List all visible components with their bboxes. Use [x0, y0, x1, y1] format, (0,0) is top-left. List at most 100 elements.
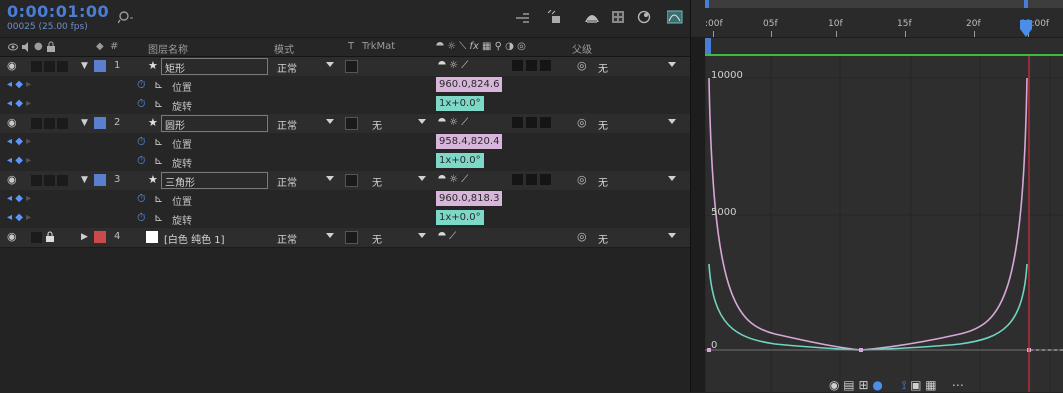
solo-switch[interactable]: [44, 175, 55, 186]
switch-cell[interactable]: [540, 174, 551, 185]
pickwhip-icon[interactable]: ◎: [577, 59, 587, 72]
property-value[interactable]: 1x+0.0°: [436, 210, 484, 225]
trkmat-select[interactable]: 无: [372, 231, 382, 246]
graph-toggle-icon[interactable]: ⊾: [154, 192, 163, 205]
frame-blending-icon[interactable]: [611, 10, 625, 24]
label-column-icon[interactable]: ◆: [96, 41, 104, 52]
layer-switches[interactable]: ⯊ ☼ ⟋: [438, 60, 468, 71]
layer-row[interactable]: ◉ ▼ 1 ★ 矩形 正常 ⯊ ☼ ⟋ ◎ 无: [0, 57, 690, 77]
lock-icon[interactable]: [46, 41, 56, 52]
collapse-arrow-icon[interactable]: ▼: [81, 61, 88, 71]
layer-name-header[interactable]: 图层名称: [148, 41, 188, 56]
stopwatch-icon[interactable]: ⏱: [137, 192, 146, 206]
graph-toggle-icon[interactable]: ⊾: [154, 211, 163, 224]
switch-cell[interactable]: [540, 117, 551, 128]
graph-editor-icon[interactable]: [667, 10, 683, 24]
draft-3d-icon[interactable]: [546, 10, 562, 26]
audio-switch[interactable]: [31, 61, 42, 72]
solo-icon[interactable]: ●: [34, 41, 43, 52]
expand-arrow-icon[interactable]: ▶: [81, 232, 88, 242]
current-time-display[interactable]: 0:00:01:00: [7, 2, 109, 21]
stopwatch-icon[interactable]: ⏱: [137, 97, 146, 111]
switch-cell[interactable]: [512, 117, 523, 128]
collapse-arrow-icon[interactable]: ▼: [81, 175, 88, 185]
stopwatch-icon[interactable]: ⏱: [137, 78, 146, 92]
property-value[interactable]: 1x+0.0°: [436, 153, 484, 168]
layer-switches[interactable]: ⯊ ☼ ⟋: [438, 174, 468, 185]
parent-dropdown-arrow-icon[interactable]: [668, 233, 676, 238]
audio-icon[interactable]: [21, 42, 31, 52]
graph-toggle-icon[interactable]: ⊾: [154, 154, 163, 167]
trkmat-select[interactable]: 无: [372, 117, 382, 132]
label-color-swatch[interactable]: [94, 174, 106, 186]
pickwhip-icon[interactable]: ◎: [577, 116, 587, 129]
switch-cell[interactable]: [526, 117, 537, 128]
label-color-swatch[interactable]: [94, 117, 106, 129]
stopwatch-icon[interactable]: ⏱: [137, 154, 146, 168]
stopwatch-icon[interactable]: ⏱: [137, 135, 146, 149]
trkmat-select[interactable]: 无: [372, 174, 382, 189]
mode-dropdown-arrow-icon[interactable]: [326, 233, 334, 238]
visibility-eye-icon[interactable]: ◉: [7, 59, 17, 72]
visibility-eye-icon[interactable]: ◉: [7, 173, 17, 186]
layer-switches[interactable]: ⯊ ☼ ⟋: [438, 117, 468, 128]
value-graph[interactable]: 10000 5000 0: [705, 56, 1063, 392]
switch-cell[interactable]: [526, 60, 537, 71]
trkmat-dropdown-arrow-icon[interactable]: [418, 119, 426, 124]
solo-switch[interactable]: [44, 118, 55, 129]
lock-switch[interactable]: [57, 175, 68, 186]
switch-cell[interactable]: [512, 174, 523, 185]
switch-cell[interactable]: [526, 174, 537, 185]
motion-blur-icon[interactable]: [637, 10, 651, 24]
navigator-end-handle[interactable]: [1024, 0, 1028, 8]
lock-switch[interactable]: [57, 61, 68, 72]
layer-name[interactable]: 圆形: [165, 117, 185, 132]
blend-mode-select[interactable]: 正常: [277, 60, 297, 75]
parent-select[interactable]: 无: [598, 231, 608, 246]
label-color-swatch[interactable]: [94, 231, 106, 243]
time-navigator[interactable]: [705, 0, 1063, 8]
property-row[interactable]: ◂ ◆ ▸ ⏱ ⊾ 旋转 1x+0.0°: [0, 209, 690, 229]
comp-mini-flowchart-icon[interactable]: [515, 10, 531, 24]
layer-switches[interactable]: ⯊ ⟋: [438, 231, 456, 242]
parent-select[interactable]: 无: [598, 117, 608, 132]
mode-dropdown-arrow-icon[interactable]: [326, 62, 334, 67]
pickwhip-icon[interactable]: ◎: [577, 230, 587, 243]
layer-name[interactable]: [白色 纯色 1]: [164, 231, 225, 246]
property-value[interactable]: 960.0,818.3: [436, 191, 503, 206]
property-value[interactable]: 1x+0.0°: [436, 96, 484, 111]
layer-row[interactable]: ◉ ▼ 2 ★ 圆形 正常 无 ⯊ ☼ ⟋ ◎ 无: [0, 114, 690, 134]
shy-layers-icon[interactable]: [584, 10, 600, 24]
mode-dropdown-arrow-icon[interactable]: [326, 119, 334, 124]
graph-toggle-icon[interactable]: ⊾: [154, 97, 163, 110]
preserve-transparency-checkbox[interactable]: [345, 117, 358, 130]
audio-switch[interactable]: [31, 175, 42, 186]
preserve-transparency-checkbox[interactable]: [345, 60, 358, 73]
lock-switch[interactable]: [57, 118, 68, 129]
layer-row[interactable]: ◉ ▶ 4 [白色 纯色 1] 正常 无 ⯊ ⟋ ◎ 无: [0, 228, 690, 248]
parent-dropdown-arrow-icon[interactable]: [668, 62, 676, 67]
layer-row[interactable]: ◉ ▼ 3 ★ 三角形 正常 无 ⯊ ☼ ⟋ ◎ 无: [0, 171, 690, 191]
visibility-eye-icon[interactable]: ◉: [7, 230, 17, 243]
blend-mode-select[interactable]: 正常: [277, 231, 297, 246]
time-ruler[interactable]: :00f 05f 10f 15f 20f 01:00f: [691, 0, 1063, 37]
keyframe-navigator-icon[interactable]: ◂ ◆ ▸: [7, 193, 31, 204]
property-row[interactable]: ◂ ◆ ▸ ⏱ ⊾ 旋转 1x+0.0°: [0, 152, 690, 172]
layer-name[interactable]: 矩形: [165, 60, 185, 75]
preserve-transparency-checkbox[interactable]: [345, 174, 358, 187]
keyframe-navigator-icon[interactable]: ◂ ◆ ▸: [7, 79, 31, 90]
work-area-bar[interactable]: [705, 38, 1063, 56]
rotation-curve[interactable]: [708, 263, 1028, 351]
eye-icon[interactable]: [8, 42, 18, 52]
collapse-arrow-icon[interactable]: ▼: [81, 118, 88, 128]
switch-cell[interactable]: [540, 60, 551, 71]
search-icon[interactable]: [118, 10, 134, 24]
keyframe-mid[interactable]: [859, 348, 863, 352]
preserve-transparency-checkbox[interactable]: [345, 231, 358, 244]
lock-icon[interactable]: [45, 231, 55, 245]
keyframe-navigator-icon[interactable]: ◂ ◆ ▸: [7, 98, 31, 109]
property-value[interactable]: 958.4,820.4: [436, 134, 503, 149]
keyframe-navigator-icon[interactable]: ◂ ◆ ▸: [7, 155, 31, 166]
mode-dropdown-arrow-icon[interactable]: [326, 176, 334, 181]
trkmat-dropdown-arrow-icon[interactable]: [418, 176, 426, 181]
